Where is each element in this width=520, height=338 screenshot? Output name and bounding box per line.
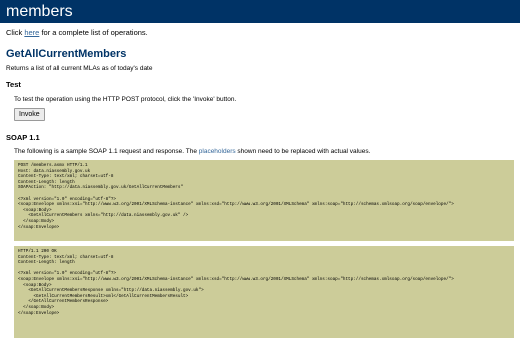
soap-description: The following is a sample SOAP 1.1 reque… — [14, 148, 520, 155]
placeholders-text: placeholders — [198, 148, 236, 155]
intro-prefix: Click — [6, 28, 25, 37]
soap-response-sample: HTTP/1.1 200 OK Content-Type: text/xml; c… — [14, 246, 514, 338]
operations-list-link[interactable]: here — [24, 28, 39, 37]
operations-intro: Click here for a complete list of operat… — [6, 28, 520, 37]
intro-suffix: for a complete list of operations. — [39, 28, 148, 37]
request-code-line: </soap:Envelope> — [18, 224, 60, 230]
soap-desc-suffix: shown need to be replaced with actual va… — [235, 148, 371, 155]
service-name: members — [6, 3, 73, 20]
soap-desc-prefix: The following is a sample SOAP 1.1 reque… — [14, 148, 199, 155]
request-code-line: <soap:Envelope xmlns:xsi="http://www.w3.… — [18, 202, 454, 208]
test-heading: Test — [6, 80, 21, 89]
test-instructions: To test the operation using the HTTP POS… — [14, 96, 237, 103]
response-code-line: <soap:Envelope xmlns:xsi="http://www.w3.… — [18, 276, 454, 282]
operation-description: Returns a list of all current MLAs as of… — [6, 65, 153, 72]
soap-request-sample: POST /members.asmx HTTP/1.1 Host: data.ni… — [14, 160, 514, 241]
service-banner: members — [0, 0, 520, 23]
main-content: Click here for a complete list of operat… — [0, 28, 520, 338]
invoke-button[interactable]: Invoke — [14, 108, 45, 121]
test-section: To test the operation using the HTTP POS… — [14, 96, 520, 121]
response-code-line: </soap:Envelope> — [18, 310, 60, 316]
operation-title: GetAllCurrentMembers — [6, 48, 127, 60]
soap-heading: SOAP 1.1 — [6, 133, 40, 142]
